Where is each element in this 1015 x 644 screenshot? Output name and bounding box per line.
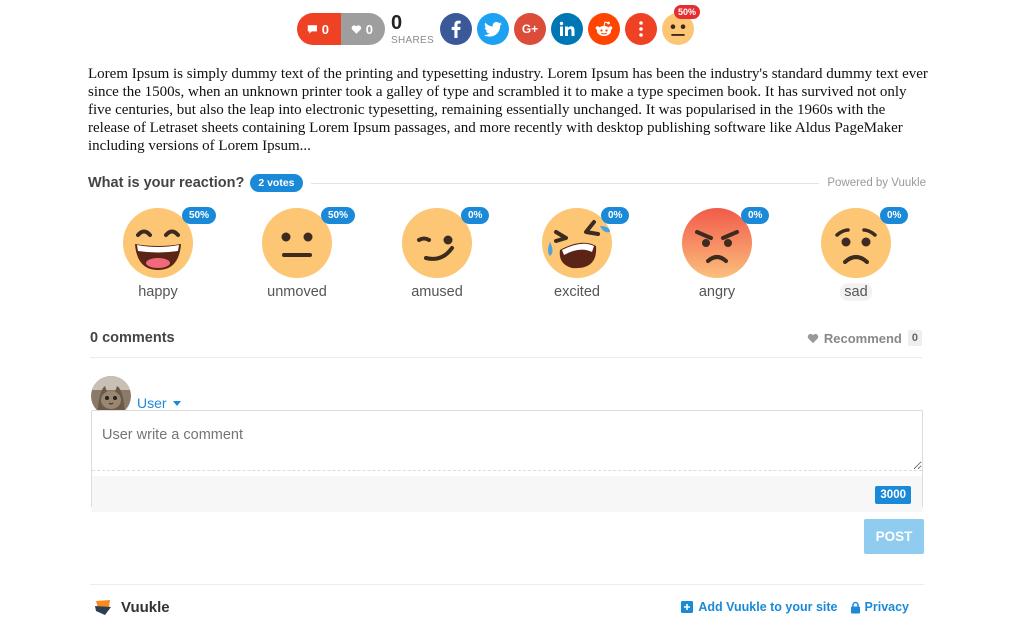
reaction-happy[interactable]: 50% happy <box>88 204 228 301</box>
reactions-header: What is your reaction? 2 votes Powered b… <box>88 172 926 194</box>
linkedin-share-button[interactable] <box>551 13 583 45</box>
reaction-percent: 0% <box>601 207 630 224</box>
privacy-link[interactable]: Privacy <box>850 600 909 614</box>
reaction-amused[interactable]: 0% amused <box>367 204 507 301</box>
more-icon <box>639 21 643 37</box>
reaction-percent: 0% <box>461 207 490 224</box>
reaction-label: unmoved <box>267 284 327 300</box>
likes-count-button[interactable]: 0 <box>341 13 385 45</box>
top-reaction-button[interactable]: 50% <box>662 5 701 45</box>
reaction-percent: 50% <box>182 207 217 224</box>
google-plus-share-button[interactable]: G+ <box>514 13 546 45</box>
likes-count: 0 <box>365 21 373 37</box>
share-bar: 0 0 0 SHARES G+ 50% <box>297 5 701 47</box>
comment-icon <box>307 24 317 34</box>
vuukle-brand[interactable]: Vuukle <box>93 597 170 617</box>
reaction-unmoved[interactable]: 50% unmoved <box>227 204 367 301</box>
heart-icon <box>351 24 362 34</box>
comment-input[interactable] <box>92 411 922 471</box>
divider <box>90 584 924 585</box>
article-text: Lorem Ipsum is simply dummy text of the … <box>88 66 928 154</box>
reaction-label: happy <box>138 284 178 300</box>
heart-icon <box>807 333 819 343</box>
comment-box-footer: 3000 <box>92 476 922 512</box>
add-vuukle-link[interactable]: Add Vuukle to your site <box>680 600 838 614</box>
reaction-percent: 50% <box>321 207 356 224</box>
reddit-icon <box>595 21 613 36</box>
votes-badge: 2 votes <box>250 174 303 192</box>
reaction-label: sad <box>840 283 872 301</box>
reactions-title: What is your reaction? <box>88 175 245 191</box>
shares-counter: 0 SHARES <box>391 11 434 46</box>
add-vuukle-label: Add Vuukle to your site <box>698 600 838 614</box>
reaction-label: excited <box>554 284 600 300</box>
reaction-sad[interactable]: 0% sad <box>786 204 926 301</box>
reaction-label: angry <box>698 284 736 300</box>
privacy-label: Privacy <box>864 600 909 614</box>
post-button[interactable]: POST <box>864 519 924 554</box>
linkedin-icon <box>559 21 575 36</box>
reaction-percent: 0% <box>880 207 909 224</box>
comments-count: 0 <box>321 21 329 37</box>
comments-header: 0 comments Recommend 0 <box>90 330 922 358</box>
recommend-label: Recommend <box>823 330 902 346</box>
top-reaction-badge: 50% <box>674 5 701 19</box>
shares-count: 0 <box>391 11 403 34</box>
user-name: User <box>137 395 167 411</box>
comments-count-button[interactable]: 0 <box>297 13 341 45</box>
reaction-angry[interactable]: 0% angry <box>647 204 787 301</box>
lock-icon <box>850 601 860 613</box>
facebook-share-button[interactable] <box>440 13 472 45</box>
add-square-icon <box>681 601 694 613</box>
reaction-percent: 0% <box>741 207 770 224</box>
footer-links: Add Vuukle to your site Privacy <box>668 600 909 614</box>
powered-by-link[interactable]: Powered by Vuukle <box>827 177 926 189</box>
reaction-label: amused <box>411 284 463 300</box>
google-plus-icon: G+ <box>521 22 539 36</box>
more-share-button[interactable] <box>625 13 657 45</box>
twitter-icon <box>484 21 502 37</box>
user-dropdown[interactable]: User <box>137 395 181 411</box>
caret-down-icon <box>172 400 181 406</box>
twitter-share-button[interactable] <box>477 13 509 45</box>
char-limit-badge: 3000 <box>875 486 911 504</box>
vuukle-logo-icon <box>95 600 111 615</box>
reaction-emojis: 50% happy 50% unmoved 0% amused 0% excit… <box>88 204 926 304</box>
reddit-share-button[interactable] <box>588 13 620 45</box>
facebook-icon <box>451 20 461 38</box>
comment-box: 3000 <box>91 410 923 512</box>
recommend-button[interactable]: Recommend 0 <box>807 330 922 346</box>
reaction-excited[interactable]: 0% excited <box>507 204 647 301</box>
brand-name: Vuukle <box>121 598 170 616</box>
shares-label: SHARES <box>391 34 434 46</box>
comments-count-title: 0 comments <box>90 330 175 346</box>
recommend-count: 0 <box>907 330 922 346</box>
divider <box>310 182 820 184</box>
